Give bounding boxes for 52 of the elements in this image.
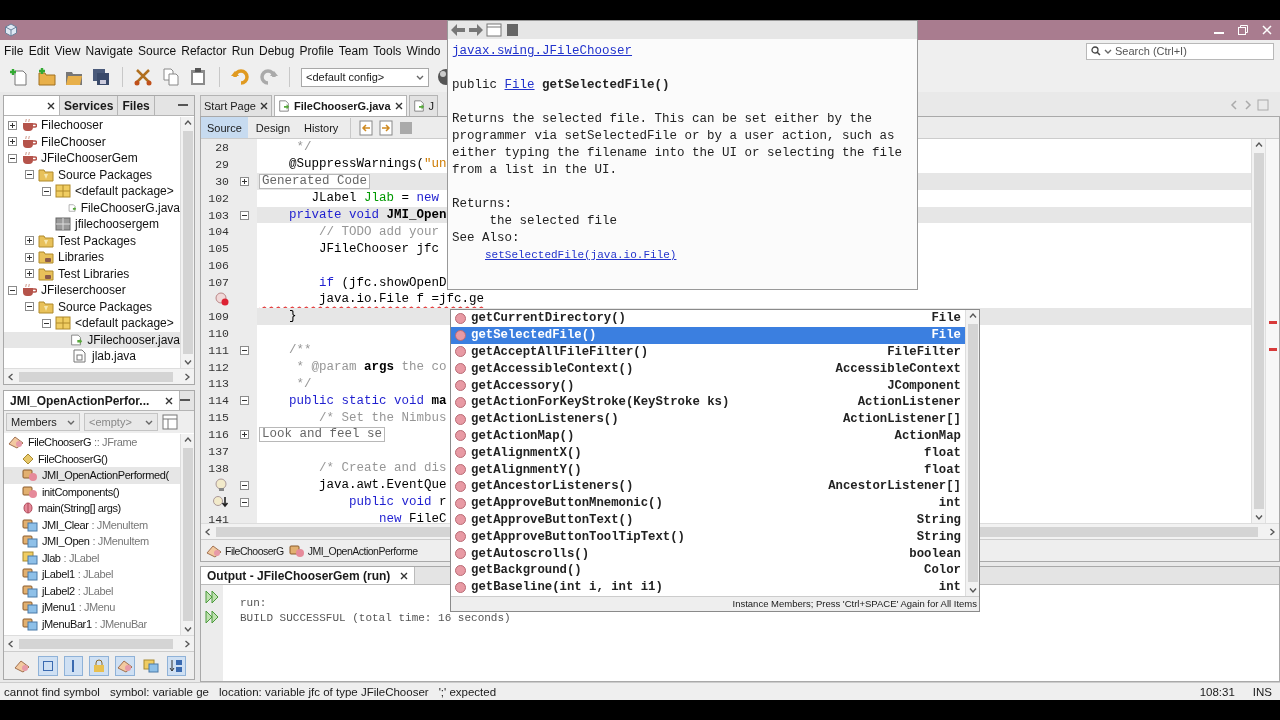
line-number: 114 <box>208 394 229 408</box>
returns-label: Returns: <box>452 196 513 213</box>
line-number: 110 <box>208 326 229 340</box>
line-number: 104 <box>208 225 229 239</box>
code-line: /** <box>288 343 312 358</box>
line-number: 109 <box>208 309 229 323</box>
code-line: // TODO add your <box>318 224 440 239</box>
code-line: public void r <box>348 495 447 510</box>
code-line: /* Set the Nimbus <box>318 410 447 425</box>
cursor-position: 108:31 <box>1198 685 1236 698</box>
code-line: @SuppressWarnings("un <box>288 157 447 172</box>
code-line: JLabel Jlab = new <box>310 191 440 206</box>
line-number: 30 <box>215 174 229 188</box>
line-number: 28 <box>215 140 229 154</box>
code-line: */ <box>295 376 312 391</box>
code-line: if (jfc.showOpenD <box>318 275 447 290</box>
line-number: 137 <box>208 444 229 458</box>
status-message: cannot find symbol <box>4 685 100 698</box>
line-number: 29 <box>215 157 229 171</box>
line-number: 105 <box>208 242 229 256</box>
line-number: 103 <box>208 208 229 222</box>
line-number: 113 <box>208 377 229 391</box>
completion-hint: Instance Members; Press 'Ctrl+SPACE' Again for All Items <box>451 595 979 611</box>
status-message: ';' expected <box>438 685 497 698</box>
code-line: java.io.File f =jfc.ge <box>318 292 485 307</box>
code-line: * @param args the co <box>295 360 447 374</box>
line-number: 107 <box>208 276 229 290</box>
status-message: symbol: variable ge <box>109 685 209 698</box>
code-line: */ <box>295 140 312 155</box>
code-line: public static void ma <box>288 393 447 408</box>
code-line: JFileChooser jfc <box>318 241 440 256</box>
see-also-label: See Also: <box>452 230 521 247</box>
returns-text: the selected file <box>488 213 619 230</box>
code-line: new FileC <box>378 512 447 523</box>
code-line: private void JMI_Open <box>288 208 447 222</box>
code-line: java.awt.EventQue <box>318 478 447 493</box>
description-text: Returns the selected file. This can be set either by the programmer via setSelectedFile or by a user action, such as either typing the filename into the UI or selecting the file from a list in the UI. <box>452 111 904 179</box>
line-number: 102 <box>208 191 229 205</box>
line-number: 112 <box>208 360 229 374</box>
line-number: 138 <box>208 461 229 475</box>
line-number: 115 <box>208 411 229 425</box>
code-line: /* Create and dis <box>318 461 447 476</box>
line-number: 111 <box>208 343 229 357</box>
code-line: } <box>288 309 297 324</box>
method-signature: public File getSelectedFile() <box>452 77 671 94</box>
status-message: location: variable jfc of type JFileChooser <box>218 685 429 698</box>
output-line: BUILD SUCCESSFUL (total time: 16 seconds) <box>240 611 511 626</box>
line-number: 106 <box>208 259 229 273</box>
line-number: 141 <box>208 512 229 523</box>
line-number: 116 <box>208 428 229 442</box>
output-line: run: <box>240 596 267 611</box>
insert-mode: INS <box>1251 685 1273 698</box>
